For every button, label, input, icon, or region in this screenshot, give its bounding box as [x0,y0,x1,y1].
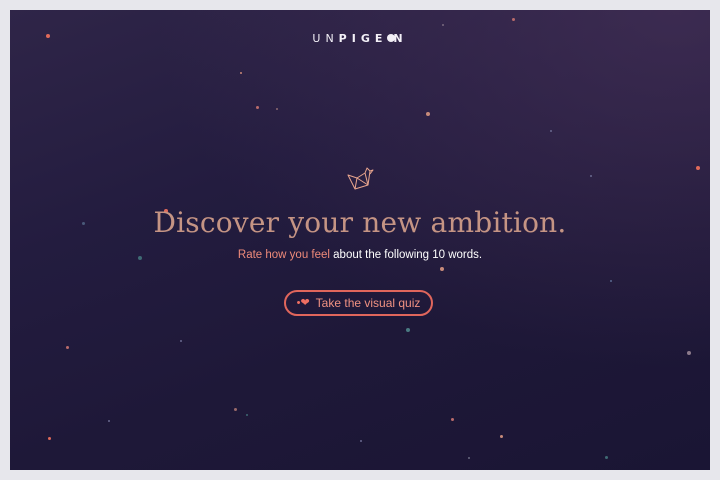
star-dot [246,414,248,416]
star-dot [240,72,242,74]
star-dot [500,435,503,438]
star-dot [108,420,110,422]
star-dot [442,24,444,26]
star-dot [48,437,51,440]
take-quiz-button[interactable]: •❤ Take the visual quiz [284,290,433,316]
star-dot [234,408,237,411]
take-quiz-label: Take the visual quiz [315,296,421,310]
star-dot [276,108,278,110]
subtitle-highlight: Rate how you feel [237,249,330,261]
heart-icon: •❤ [296,296,310,309]
star-dot [451,418,454,421]
subtitle-text: about the following 10 words. [329,249,483,261]
star-dot [256,106,259,109]
subtitle: Rate how you feel about the following 10… [10,249,710,261]
origami-bird-icon [347,167,374,190]
star-dot [440,267,444,271]
star-dot [406,328,410,332]
star-dot [696,166,700,170]
logo[interactable]: UNPIGE N [10,32,710,45]
star-field [10,10,710,470]
star-dot [426,112,430,116]
star-dot [550,130,552,132]
star-dot [360,440,362,442]
star-dot [512,18,515,21]
page-title: Discover your new ambition. [153,206,567,239]
star-dot [180,340,182,342]
star-dot [610,280,612,282]
star-dot [66,346,69,349]
star-dot [687,351,691,355]
star-dot [468,457,470,459]
landing-page: UNPIGE N Discover your new ambition. Rate… [10,10,710,470]
star-dot [590,175,592,177]
star-dot [605,456,608,459]
